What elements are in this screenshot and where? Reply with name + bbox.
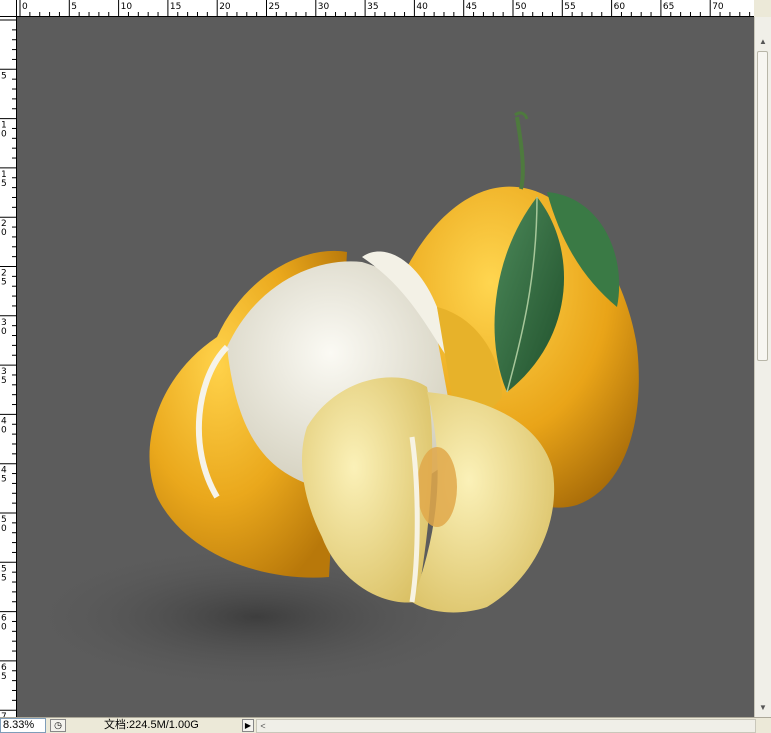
ruler-top-label: 70 <box>712 2 724 12</box>
status-bar: 8.33% ◷ 文档:224.5M/1.00G ▶ < <box>0 717 771 733</box>
scroll-down-icon[interactable]: ▼ <box>756 701 770 715</box>
ruler-left-label: 65 <box>1 663 7 682</box>
ruler-top-label: 35 <box>367 2 378 12</box>
ruler-top-label: 15 <box>170 2 181 12</box>
ruler-top-label: 40 <box>416 2 428 12</box>
ruler-left-label: 35 <box>1 367 7 386</box>
ruler-left-label: 45 <box>1 466 7 485</box>
ruler-left-label: 20 <box>1 219 7 238</box>
ruler-top-label: 25 <box>269 2 280 12</box>
ruler-left-label: 55 <box>1 564 7 583</box>
ruler-top-label: 50 <box>515 2 527 12</box>
document-size-info: 文档:224.5M/1.00G <box>104 719 199 731</box>
vertical-scrollbar[interactable]: ▲ ▼ <box>754 17 771 717</box>
zoom-level-field[interactable]: 8.33% <box>0 718 46 733</box>
ruler-left-label: 40 <box>1 416 7 435</box>
ruler-left-label: 5 <box>1 71 7 81</box>
horizontal-scrollbar[interactable]: < <box>256 719 756 733</box>
ruler-top-label: 20 <box>219 2 231 12</box>
ruler-top-label: 10 <box>121 2 133 12</box>
vertical-scroll-thumb[interactable] <box>757 51 768 361</box>
clock-icon[interactable]: ◷ <box>50 719 66 732</box>
ruler-top-label: 45 <box>466 2 477 12</box>
ruler-top-label: 30 <box>318 2 330 12</box>
document-canvas[interactable] <box>17 17 754 717</box>
ruler-top-label: 55 <box>564 2 575 12</box>
ruler-top-label: 65 <box>663 2 674 12</box>
ruler-left-label: 15 <box>1 170 7 189</box>
ruler-left-label: 30 <box>1 318 7 337</box>
scroll-up-icon[interactable]: ▲ <box>756 37 770 47</box>
ruler-left-label: 10 <box>1 121 7 140</box>
ruler-top-label: 5 <box>71 2 77 12</box>
ruler-top-label: 0 <box>22 2 28 12</box>
ruler-top-label: 60 <box>614 2 626 12</box>
ruler-left[interactable]: 510152025303540455055606570 <box>0 17 17 717</box>
ruler-left-label: 60 <box>1 614 7 633</box>
ruler-corner <box>0 0 17 17</box>
ruler-left-label: 50 <box>1 515 7 534</box>
chevron-left-icon[interactable]: < <box>257 720 269 732</box>
pomelo-illustration <box>17 111 639 692</box>
ruler-top[interactable]: 0 5 10 15 20 25 30 35 40 45 50 55 60 65 70 <box>17 0 754 17</box>
triangle-right-icon[interactable]: ▶ <box>242 719 254 732</box>
ruler-left-label: 25 <box>1 269 7 288</box>
